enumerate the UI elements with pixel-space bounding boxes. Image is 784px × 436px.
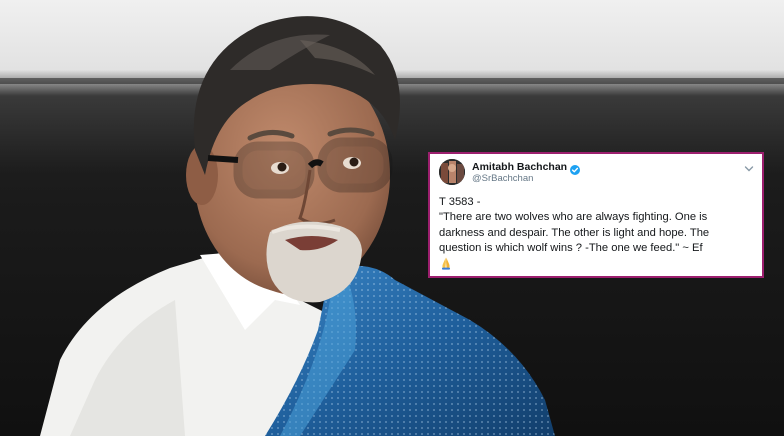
folded-hands-icon <box>439 256 453 270</box>
tweet-line: T 3583 - <box>439 196 481 208</box>
avatar-image <box>439 159 465 185</box>
tweet-card[interactable]: Amitabh Bachchan @SrBachchan T 3583 - "Th… <box>428 152 764 278</box>
handle[interactable]: @SrBachchan <box>472 173 580 185</box>
verified-badge-icon <box>570 162 581 175</box>
display-name[interactable]: Amitabh Bachchan <box>472 161 567 173</box>
chevron-down-icon[interactable] <box>744 160 754 172</box>
tweet-line: "There are two wolves who are always fig… <box>439 211 708 224</box>
account-info[interactable]: Amitabh Bachchan @SrBachchan <box>472 161 581 185</box>
avatar[interactable] <box>439 159 465 185</box>
tweet-body: T 3583 - "There are two wolves who are al… <box>439 195 754 273</box>
tweet-line: darkness and despair. The other is light… <box>439 226 710 239</box>
tweet-header: Amitabh Bachchan @SrBachchan <box>439 159 754 189</box>
tweet-line: question is which wolf wins ? -The one w… <box>439 241 703 254</box>
